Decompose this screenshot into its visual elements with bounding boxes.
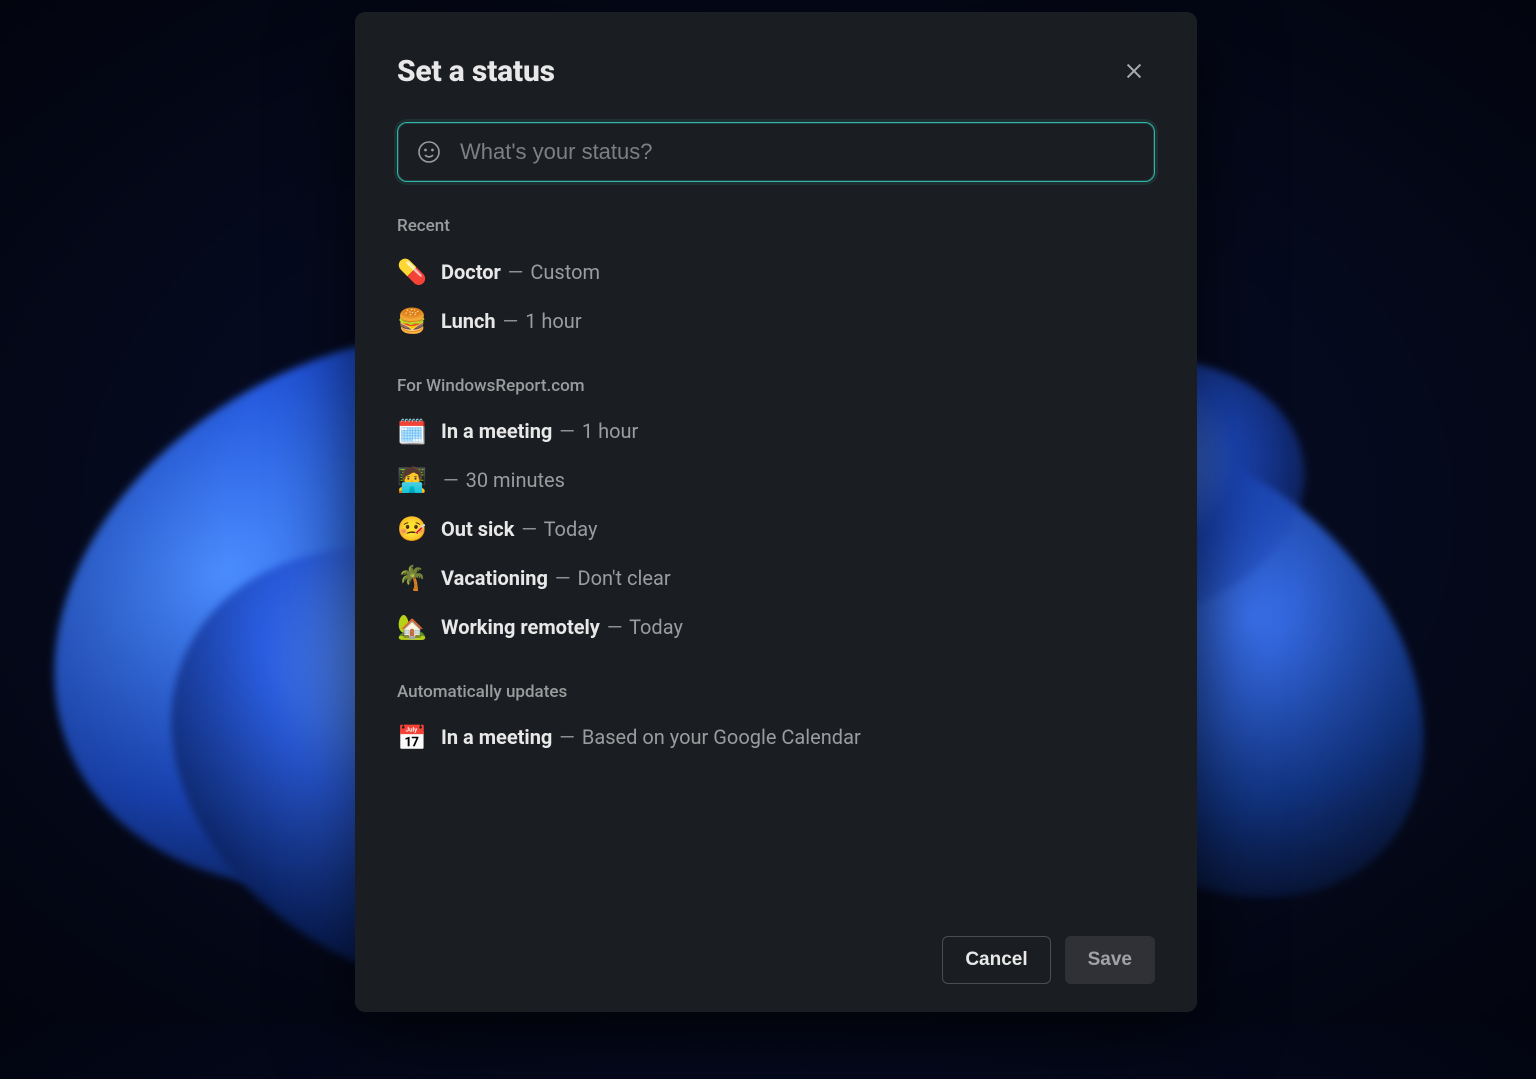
section-heading: Automatically updates	[397, 682, 1155, 702]
status-option[interactable]: 💊 Doctor — Custom	[397, 248, 1155, 297]
smiley-icon	[417, 140, 441, 164]
status-section: For WindowsReport.com 🗓️ In a meeting — 1 …	[397, 376, 1155, 652]
status-text: Lunch — 1 hour	[441, 307, 582, 336]
close-button[interactable]	[1113, 50, 1155, 92]
status-duration: Custom	[530, 260, 600, 284]
status-emoji-icon: 🌴	[397, 561, 427, 596]
status-option[interactable]: 🍔 Lunch — 1 hour	[397, 297, 1155, 346]
emoji-picker-button[interactable]	[414, 137, 444, 167]
separator: —	[559, 725, 575, 749]
status-option[interactable]: 🗓️ In a meeting — 1 hour	[397, 408, 1155, 457]
section-heading: Recent	[397, 216, 1155, 236]
status-duration: 1 hour	[582, 419, 638, 443]
status-duration: Based on your Google Calendar	[582, 725, 861, 749]
status-text: In a meeting — 1 hour	[441, 417, 638, 446]
status-emoji-icon: 🧑‍💻	[397, 463, 427, 498]
status-option[interactable]: 📅 In a meeting — Based on your Google Cal…	[397, 714, 1155, 763]
status-label: Working remotely	[441, 615, 600, 639]
status-label: Out sick	[441, 517, 514, 541]
status-emoji-icon: 🗓️	[397, 415, 427, 450]
section-heading: For WindowsReport.com	[397, 376, 1155, 396]
separator: —	[555, 566, 571, 590]
status-text-input[interactable]	[460, 139, 1138, 165]
status-text: Doctor — Custom	[441, 258, 600, 287]
status-text: In a meeting — Based on your Google Cale…	[441, 723, 861, 752]
status-label: In a meeting	[441, 725, 552, 749]
status-emoji-icon: 🏡	[397, 610, 427, 645]
separator: —	[503, 309, 519, 333]
separator: —	[607, 615, 623, 639]
modal-title: Set a status	[397, 54, 555, 89]
status-duration: Don't clear	[578, 566, 671, 590]
status-duration: Today	[629, 615, 683, 639]
modal-header: Set a status	[397, 44, 1155, 122]
status-text: Out sick — Today	[441, 515, 597, 544]
cancel-button[interactable]: Cancel	[942, 936, 1050, 984]
status-text: Working remotely — Today	[441, 613, 683, 642]
status-option[interactable]: 🌴 Vacationing — Don't clear	[397, 554, 1155, 603]
status-emoji-icon: 🤒	[397, 512, 427, 547]
status-label: Vacationing	[441, 566, 548, 590]
status-option[interactable]: 🏡 Working remotely — Today	[397, 603, 1155, 652]
separator: —	[521, 517, 537, 541]
status-duration: 30 minutes	[466, 468, 565, 492]
status-label: Lunch	[441, 309, 496, 333]
status-input-container[interactable]	[397, 122, 1155, 182]
status-text: — 30 minutes	[441, 466, 565, 495]
modal-footer: Cancel Save	[397, 914, 1155, 1012]
status-section: Recent 💊 Doctor — Custom 🍔 Lunch — 1 hour	[397, 216, 1155, 346]
status-emoji-icon: 📅	[397, 721, 427, 756]
status-label: In a meeting	[441, 419, 552, 443]
separator: —	[559, 419, 575, 443]
status-emoji-icon: 🍔	[397, 304, 427, 339]
status-label: Doctor	[441, 260, 501, 284]
status-text: Vacationing — Don't clear	[441, 564, 671, 593]
status-option[interactable]: 🧑‍💻 — 30 minutes	[397, 456, 1155, 505]
status-section: Automatically updates 📅 In a meeting — Bas…	[397, 682, 1155, 763]
status-option[interactable]: 🤒 Out sick — Today	[397, 505, 1155, 554]
set-status-modal: Set a status Recent 💊 Doctor — Custom 🍔 Lunc…	[355, 12, 1197, 1012]
close-icon	[1123, 60, 1145, 82]
status-sections: Recent💊Doctor — Custom🍔Lunch — 1 hourFor…	[397, 216, 1155, 914]
status-duration: Today	[544, 517, 598, 541]
status-emoji-icon: 💊	[397, 255, 427, 290]
status-duration: 1 hour	[525, 309, 581, 333]
separator: —	[508, 260, 524, 284]
separator: —	[443, 468, 459, 492]
save-button[interactable]: Save	[1065, 936, 1155, 984]
